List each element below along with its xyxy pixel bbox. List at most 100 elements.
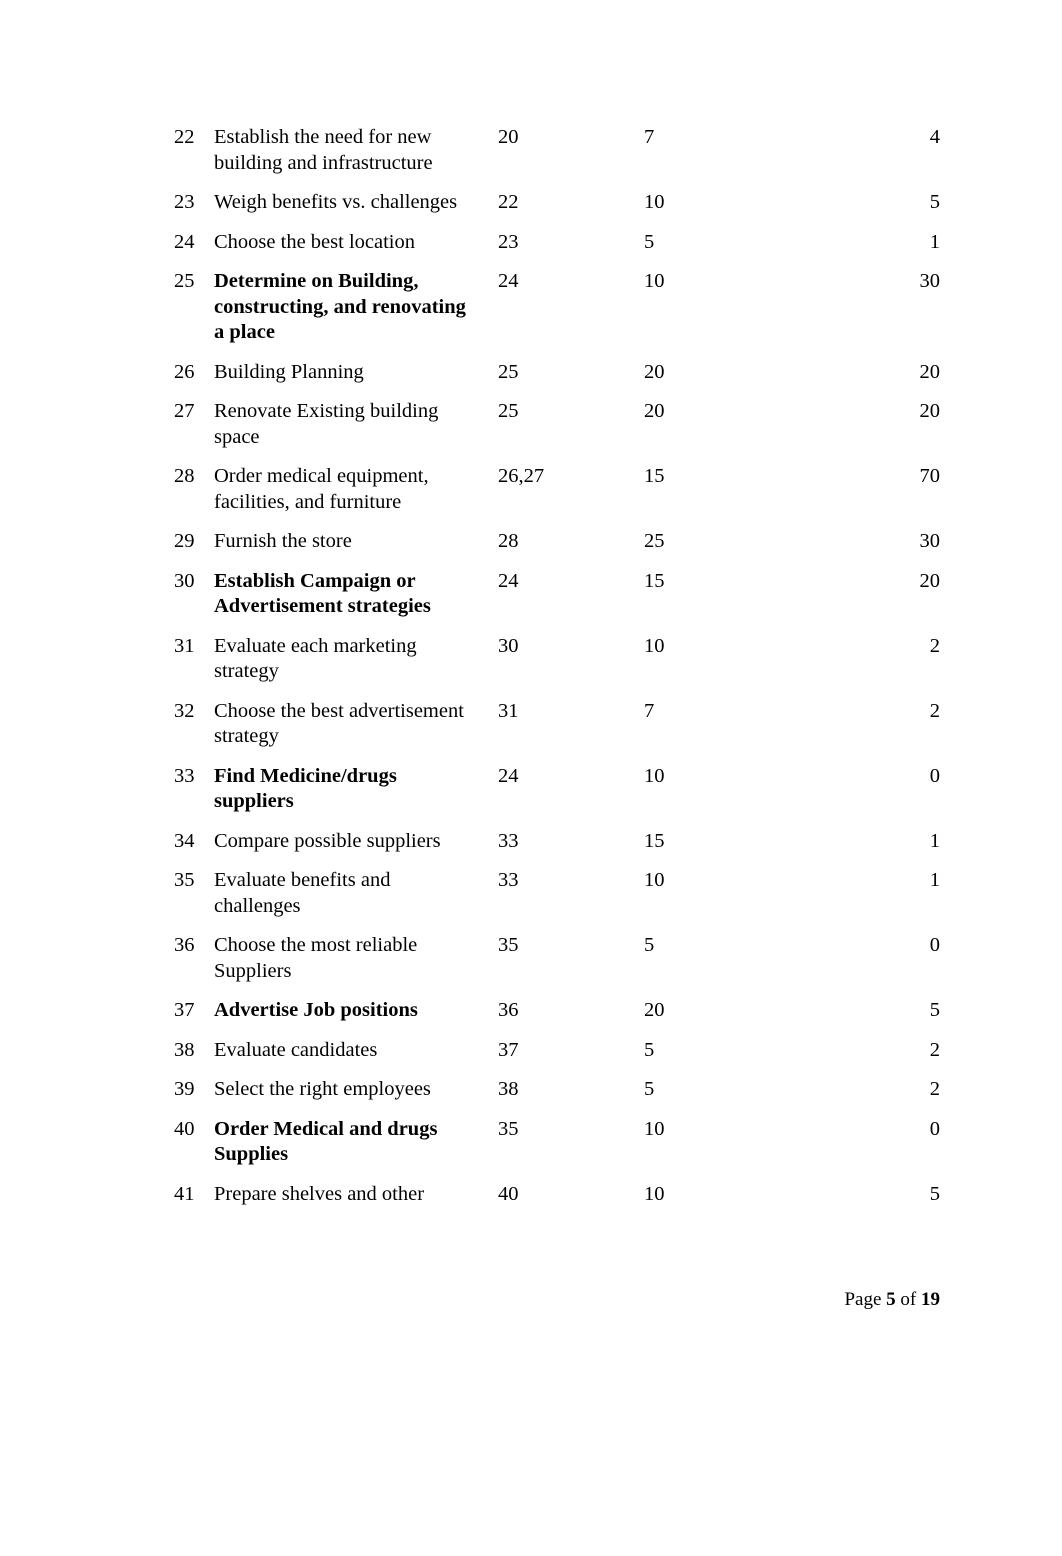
task-duration-cell: 10: [644, 764, 665, 787]
task-predecessor-cell: 38: [498, 1078, 519, 1100]
task-duration-cell: 10: [644, 1182, 665, 1205]
task-cost-cell: 2: [929, 1078, 940, 1100]
task-predecessor-cell: 20: [498, 126, 519, 148]
table-row: 23 Weigh benefits vs. challenges 22 10 5: [174, 190, 940, 230]
task-cost-cell: 0: [929, 934, 940, 956]
table-row: 36 Choose the most reliable Suppliers 35 5 0: [174, 933, 940, 998]
task-id-cell: 38: [174, 1038, 195, 1061]
task-id-cell: 24: [174, 230, 195, 253]
task-description-cell: Evaluate candidates: [214, 1038, 378, 1061]
task-duration-cell: 20: [644, 999, 665, 1021]
footer-page-word: Page: [844, 1289, 882, 1310]
task-predecessor-cell: 24: [498, 270, 519, 292]
task-description-cell: Find Medicine/drugs suppliers: [214, 764, 397, 813]
task-description-cell: Furnish the store: [214, 530, 352, 552]
task-predecessor-cell: 26,27: [498, 465, 545, 487]
task-duration-cell: 10: [644, 634, 665, 657]
task-predecessor-cell: 33: [498, 829, 519, 852]
task-duration-cell: 15: [644, 829, 665, 852]
table-row: 32 Choose the best advertisement strategy…: [174, 699, 940, 764]
table-row: 34 Compare possible suppliers 33 15 1: [174, 829, 940, 869]
task-cost-cell: 20: [919, 400, 941, 422]
table-row: 39 Select the right employees 38 5 2: [174, 1077, 940, 1117]
table-row: 35 Evaluate benefits and challenges 33 10 1: [174, 868, 940, 933]
task-table-body: 22 Establish the need for new building an…: [174, 125, 940, 1221]
task-id-cell: 22: [174, 126, 195, 148]
table-row: 29 Furnish the store 28 25 30: [174, 529, 940, 569]
table-row: 31 Evaluate each marketing strategy 30 10 2: [174, 634, 940, 699]
task-duration-cell: 10: [644, 1117, 665, 1140]
task-id-cell: 26: [174, 360, 195, 383]
task-cost-cell: 2: [929, 634, 940, 657]
task-duration-cell: 5: [644, 1078, 655, 1100]
task-id-cell: 40: [174, 1117, 195, 1140]
task-predecessor-cell: 33: [498, 869, 519, 891]
task-cost-cell: 5: [929, 999, 940, 1021]
task-duration-cell: 20: [644, 400, 665, 422]
table-row: 25 Determine on Building, constructing, a…: [174, 269, 940, 360]
document-page: 22 Establish the need for new building an…: [0, 0, 1062, 1556]
task-description-cell: Advertise Job positions: [214, 999, 418, 1021]
task-description-cell: Choose the best location: [214, 230, 415, 253]
task-cost-cell: 20: [919, 360, 941, 383]
task-predecessor-cell: 25: [498, 400, 519, 422]
task-id-cell: 34: [174, 829, 195, 852]
footer-of-word: of: [900, 1289, 917, 1310]
task-duration-cell: 20: [644, 360, 665, 383]
task-duration-cell: 10: [644, 869, 665, 891]
task-description-cell: Determine on Building, constructing, and…: [214, 270, 466, 343]
table-row: 37 Advertise Job positions 36 20 5: [174, 998, 940, 1038]
task-predecessor-cell: 25: [498, 360, 519, 383]
task-id-cell: 29: [174, 530, 195, 552]
task-id-cell: 31: [174, 634, 195, 657]
task-id-cell: 37: [174, 999, 195, 1021]
task-predecessor-cell: 35: [498, 934, 519, 956]
task-cost-cell: 30: [919, 270, 941, 292]
task-id-cell: 39: [174, 1078, 195, 1100]
task-description-cell: Choose the most reliable Suppliers: [214, 934, 418, 982]
table-row: 33 Find Medicine/drugs suppliers 24 10 0: [174, 764, 940, 829]
table-row: 26 Building Planning 25 20 20: [174, 360, 940, 400]
task-duration-cell: 5: [644, 230, 655, 253]
task-predecessor-cell: 35: [498, 1117, 519, 1140]
task-duration-cell: 10: [644, 270, 665, 292]
task-description-cell: Select the right employees: [214, 1078, 431, 1100]
task-schedule-table: 22 Establish the need for new building an…: [174, 125, 940, 1221]
task-description-cell: Evaluate benefits and challenges: [214, 869, 391, 917]
task-predecessor-cell: 40: [498, 1182, 519, 1205]
task-cost-cell: 5: [929, 191, 940, 213]
task-duration-cell: 5: [644, 1038, 655, 1061]
task-description-cell: Prepare shelves and other: [214, 1182, 425, 1205]
footer-page-number: 5: [886, 1289, 896, 1310]
task-id-cell: 36: [174, 934, 195, 956]
task-description-cell: Order Medical and drugs Supplies: [214, 1117, 438, 1166]
task-predecessor-cell: 28: [498, 530, 519, 552]
task-description-cell: Establish Campaign or Advertisement stra…: [214, 569, 431, 618]
task-duration-cell: 5: [644, 934, 655, 956]
task-predecessor-cell: 37: [498, 1038, 519, 1061]
task-id-cell: 25: [174, 270, 195, 292]
task-duration-cell: 7: [644, 699, 655, 722]
task-predecessor-cell: 24: [498, 569, 519, 592]
task-cost-cell: 70: [919, 465, 941, 487]
task-predecessor-cell: 22: [498, 191, 519, 213]
task-cost-cell: 2: [929, 1038, 940, 1061]
task-id-cell: 32: [174, 699, 195, 722]
task-id-cell: 30: [174, 569, 195, 592]
task-id-cell: 33: [174, 764, 195, 787]
task-description-cell: Establish the need for new building and …: [214, 126, 433, 174]
table-row: 28 Order medical equipment, facilities, a…: [174, 464, 940, 529]
task-description-cell: Renovate Existing building space: [214, 400, 439, 448]
task-cost-cell: 30: [919, 530, 941, 552]
task-cost-cell: 0: [929, 1117, 940, 1140]
task-predecessor-cell: 24: [498, 764, 519, 787]
task-duration-cell: 10: [644, 191, 665, 213]
task-cost-cell: 5: [929, 1182, 940, 1205]
task-cost-cell: 2: [929, 699, 940, 722]
task-description-cell: Weigh benefits vs. challenges: [214, 191, 458, 213]
task-duration-cell: 25: [644, 530, 665, 552]
task-description-cell: Compare possible suppliers: [214, 829, 441, 852]
table-row: 22 Establish the need for new building an…: [174, 125, 940, 190]
table-row: 38 Evaluate candidates 37 5 2: [174, 1038, 940, 1078]
task-cost-cell: 4: [929, 126, 940, 148]
